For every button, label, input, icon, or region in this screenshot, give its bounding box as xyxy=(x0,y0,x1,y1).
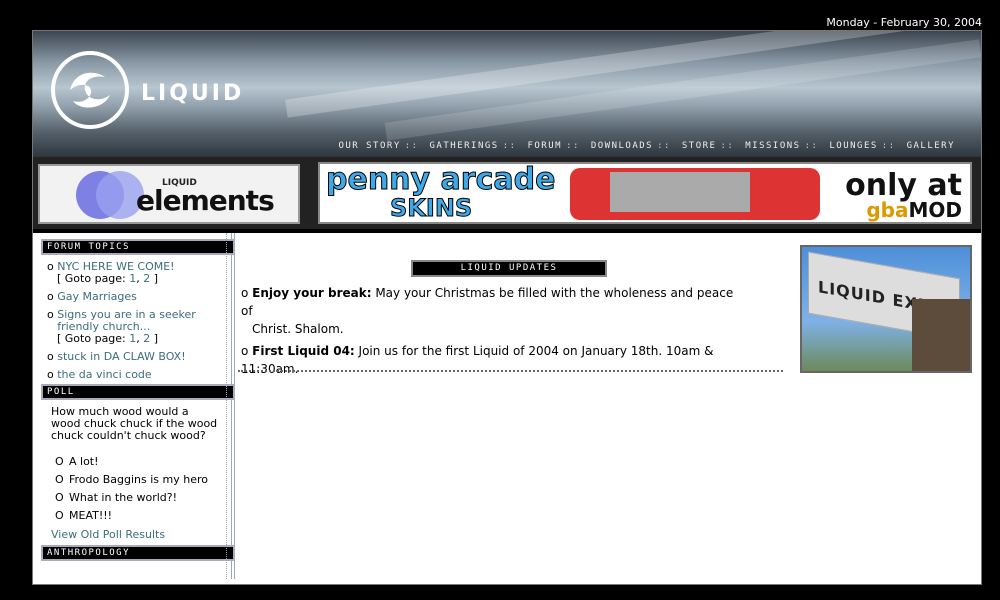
sidebar: FORUM TOPICS o NYC HERE WE COME! [ Goto … xyxy=(35,233,235,579)
anthropology-title[interactable]: ANTHROPOLOGY xyxy=(41,545,235,561)
news-title: First Liquid 04: xyxy=(252,344,355,358)
list-item: o the da vinci code xyxy=(47,368,152,381)
news-item: o First Liquid 04: Join us for the first… xyxy=(241,344,714,376)
updates-section: LIQUID UPDATES o Enjoy your break: May y… xyxy=(238,233,798,573)
site-header: LIQUID OUR STORY:: GATHERINGS:: FORUM:: … xyxy=(33,31,981,157)
main-nav: OUR STORY:: GATHERINGS:: FORUM:: DOWNLOA… xyxy=(338,141,955,151)
radio-icon: O xyxy=(55,455,64,468)
radio-icon: O xyxy=(55,509,64,522)
news-title: Enjoy your break: xyxy=(252,286,372,300)
penny-arcade-ad[interactable]: penny arcade SKINS only at gbaMOD xyxy=(318,162,972,224)
list-item: o NYC HERE WE COME! [ Goto page: 1, 2 ] xyxy=(47,261,227,285)
forum-topic-link[interactable]: the da vinci code xyxy=(57,368,151,381)
forum-topic-link[interactable]: Signs you are in a seeker friendly churc… xyxy=(57,309,207,333)
brand-name[interactable]: LIQUID xyxy=(141,81,244,106)
liquid-logo-icon[interactable] xyxy=(51,51,129,129)
nav-lounges[interactable]: LOUNGES xyxy=(829,141,877,151)
gbamod-text: gbaMOD xyxy=(866,198,962,222)
list-item: o stuck in DA CLAW BOX! xyxy=(47,350,186,363)
poll-option[interactable]: O MEAT!!! xyxy=(55,509,208,527)
nav-our-story[interactable]: OUR STORY xyxy=(338,141,400,151)
liquid-elements-ad[interactable]: LIQUID elements xyxy=(38,164,300,224)
nav-forum[interactable]: FORUM xyxy=(527,141,562,151)
forum-topics-title: FORUM TOPICS xyxy=(41,239,235,255)
main-area: FORUM TOPICS o NYC HERE WE COME! [ Goto … xyxy=(33,233,981,584)
goto-pages: [ Goto page: 1, 2 ] xyxy=(57,332,159,345)
nav-downloads[interactable]: DOWNLOADS xyxy=(591,141,653,151)
list-item: o Gay Marriages xyxy=(47,290,137,303)
page-link[interactable]: 1 xyxy=(129,272,136,285)
forum-topic-link[interactable]: Gay Marriages xyxy=(57,290,137,303)
updates-title: LIQUID UPDATES xyxy=(411,260,607,277)
banner-row: LIQUID elements penny arcade SKINS only … xyxy=(33,157,981,229)
nav-store[interactable]: STORE xyxy=(682,141,717,151)
poll-title: POLL xyxy=(41,384,235,400)
elements-big-text: elements xyxy=(136,184,275,217)
penny-arcade-text: penny arcade xyxy=(325,162,556,197)
gameboy-screen xyxy=(610,172,750,212)
page-link[interactable]: 1 xyxy=(129,332,136,345)
view-old-poll-link[interactable]: View Old Poll Results xyxy=(51,528,165,541)
skins-text: SKINS xyxy=(389,194,473,223)
date-display: Monday - February 30, 2004 xyxy=(826,16,982,29)
nav-missions[interactable]: MISSIONS xyxy=(745,141,800,151)
nav-gallery[interactable]: GALLERY xyxy=(907,141,955,151)
nav-gatherings[interactable]: GATHERINGS xyxy=(430,141,499,151)
radio-icon: O xyxy=(55,473,64,486)
page-frame: LIQUID OUR STORY:: GATHERINGS:: FORUM:: … xyxy=(32,30,982,585)
radio-icon: O xyxy=(55,491,64,504)
poll-option[interactable]: O Frodo Baggins is my hero xyxy=(55,473,208,491)
list-item: o Signs you are in a seeker friendly chu… xyxy=(47,309,227,345)
poll-question: How much wood would a wood chuck chuck i… xyxy=(51,405,218,442)
building-roof xyxy=(912,299,970,371)
news-item: o Enjoy your break: May your Christmas b… xyxy=(241,286,734,336)
forum-topics-list: o NYC HERE WE COME! [ Goto page: 1, 2 ] … xyxy=(47,261,227,385)
sidebar-divider xyxy=(226,233,229,579)
forum-topic-link[interactable]: stuck in DA CLAW BOX! xyxy=(57,350,185,363)
dotted-divider xyxy=(238,370,783,372)
poll-options: OA lot! O Frodo Baggins is my hero O What … xyxy=(55,455,208,527)
goto-pages: [ Goto page: 1, 2 ] xyxy=(57,272,159,285)
banner-photo[interactable]: LIQUID EXP xyxy=(800,245,972,373)
poll-option[interactable]: O What in the world?! xyxy=(55,491,208,509)
poll-option[interactable]: OA lot! xyxy=(55,455,208,473)
